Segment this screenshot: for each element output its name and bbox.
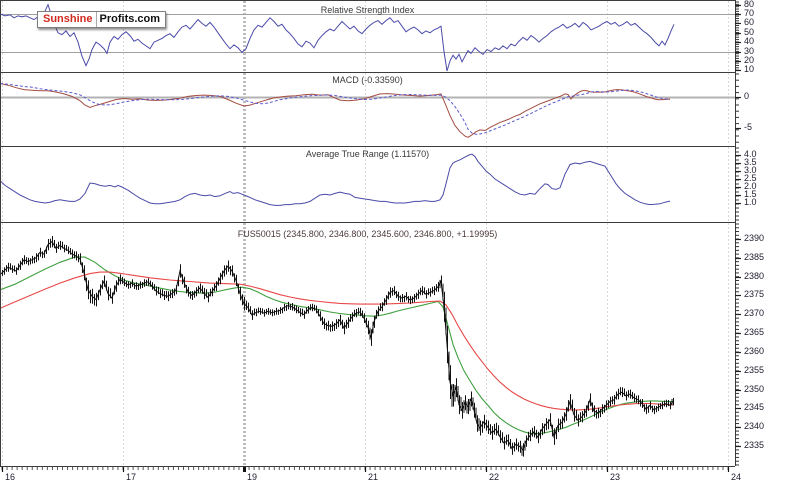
y-axis-label: 2380 (744, 272, 764, 281)
x-axis-label: 21 (368, 473, 378, 482)
y-axis-label: 2390 (744, 234, 764, 243)
y-axis-label: 2335 (744, 441, 764, 450)
x-axis-label: 19 (247, 473, 257, 482)
y-axis-label: 1.0 (744, 198, 757, 207)
y-axis-label: 2365 (744, 328, 764, 337)
y-axis-label: 2355 (744, 366, 764, 375)
y-axis-label: 2350 (744, 385, 764, 394)
y-axis-label: 10 (744, 65, 754, 74)
y-axis-label: 2385 (744, 253, 764, 262)
brand-logo[interactable]: Sunshine Profits.com (37, 11, 166, 28)
x-axis-label: 17 (126, 473, 136, 482)
y-axis-label: 40 (744, 37, 754, 46)
chart-root: Relative Strength Index MACD (-0.33590) … (0, 0, 800, 486)
price-bars (1, 236, 674, 457)
macd-signal-line (0, 83, 670, 134)
y-axis-label: 60 (744, 18, 754, 27)
chart-canvas (0, 0, 800, 486)
y-axis-label: 0 (744, 92, 749, 101)
atr-line (0, 154, 670, 205)
y-axis-label: 2375 (744, 290, 764, 299)
x-axis-label: 22 (489, 473, 499, 482)
y-axis-label: 2340 (744, 422, 764, 431)
brand-logo-profits: Profits.com (97, 12, 166, 27)
macd-line (0, 83, 670, 137)
x-axis-label: 16 (5, 473, 15, 482)
y-axis-label: 2345 (744, 403, 764, 412)
y-axis-label: 2370 (744, 309, 764, 318)
price-panel-title: FUS50015 (2345.800, 2346.800, 2345.600, … (0, 229, 735, 239)
macd-panel-title: MACD (-0.33590) (0, 75, 735, 85)
y-axis-label: 2360 (744, 347, 764, 356)
brand-logo-sunshine: Sunshine (38, 12, 97, 27)
atr-panel-title: Average True Range (1.11570) (0, 149, 735, 159)
price-close-line (0, 242, 673, 450)
x-axis-label: 24 (731, 473, 741, 482)
x-axis-label: 23 (610, 473, 620, 482)
y-axis-label: -5 (744, 123, 752, 132)
